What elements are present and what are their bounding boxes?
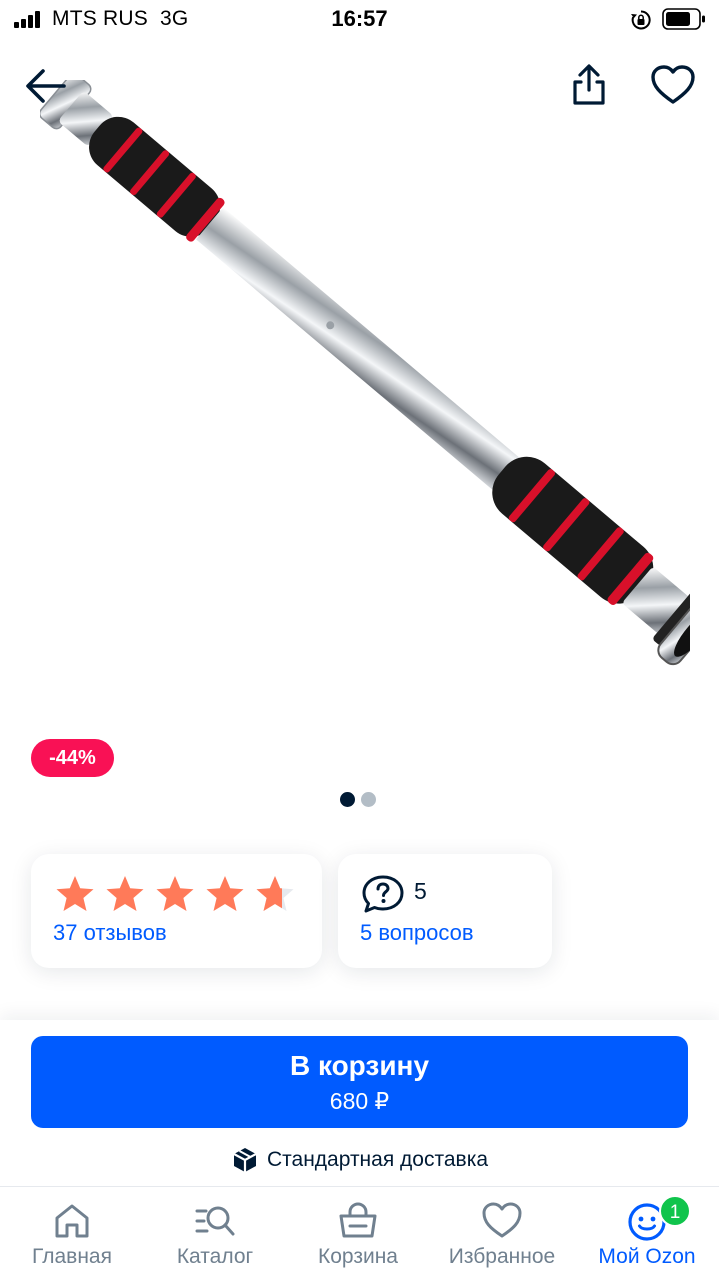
tab-favorites[interactable]: Избранное: [430, 1187, 574, 1280]
delivery-info[interactable]: Стандартная доставка: [0, 1144, 719, 1178]
rating-card[interactable]: 37 отзывов: [31, 854, 322, 968]
status-bar: MTS RUS 3G 16:57: [0, 0, 719, 40]
favorite-heart-icon[interactable]: [648, 62, 698, 108]
tab-label: Корзина: [318, 1245, 398, 1268]
pager-dot-active[interactable]: [340, 792, 355, 807]
star-half-icon: [256, 876, 294, 911]
reviews-link[interactable]: 37 отзывов: [53, 920, 167, 946]
tab-my-ozon[interactable]: 1 Мой Ozon: [575, 1187, 719, 1280]
product-image[interactable]: [40, 80, 690, 720]
clock: 16:57: [331, 6, 388, 31]
tab-bar: Главная Каталог Корзина Избранное 1 Мой: [0, 1186, 719, 1280]
home-icon: [55, 1204, 89, 1238]
pager-dot[interactable]: [361, 792, 376, 807]
rating-stars: [56, 876, 294, 911]
tab-home[interactable]: Главная: [0, 1187, 144, 1280]
battery-icon: [662, 8, 705, 30]
price-label: 680 ₽: [329, 1088, 390, 1114]
share-icon[interactable]: [566, 62, 612, 108]
cart-panel: В корзину 680 ₽ Стандартная доставка: [0, 1020, 719, 1186]
questions-card[interactable]: 5 5 вопросов: [338, 854, 552, 968]
add-to-cart-label: В корзину: [289, 1050, 430, 1081]
star-icon: [56, 876, 94, 911]
heart-icon: [482, 1202, 522, 1238]
tab-cart[interactable]: Корзина: [286, 1187, 430, 1280]
star-icon: [156, 876, 194, 911]
cart-basket-icon: [339, 1202, 377, 1238]
notification-badge: 1: [659, 1195, 691, 1227]
discount-badge: -44%: [31, 739, 114, 777]
tab-label: Мой Ozon: [598, 1245, 696, 1268]
tab-label: Избранное: [448, 1245, 556, 1268]
rotation-lock-icon: [631, 10, 651, 30]
box-icon: [233, 1148, 257, 1172]
question-bubble-icon: [362, 875, 404, 913]
star-icon: [206, 876, 244, 911]
tab-label: Каталог: [176, 1245, 254, 1268]
questions-count: 5: [414, 878, 427, 904]
delivery-label: Стандартная доставка: [266, 1148, 489, 1171]
catalog-search-icon: [195, 1206, 235, 1236]
image-pager[interactable]: [340, 792, 380, 808]
tab-catalog[interactable]: Каталог: [143, 1187, 287, 1280]
back-arrow-icon[interactable]: [22, 62, 70, 110]
tab-label: Главная: [32, 1245, 112, 1268]
add-to-cart-button[interactable]: В корзину 680 ₽: [31, 1036, 688, 1128]
questions-link[interactable]: 5 вопросов: [360, 920, 474, 946]
star-icon: [106, 876, 144, 911]
